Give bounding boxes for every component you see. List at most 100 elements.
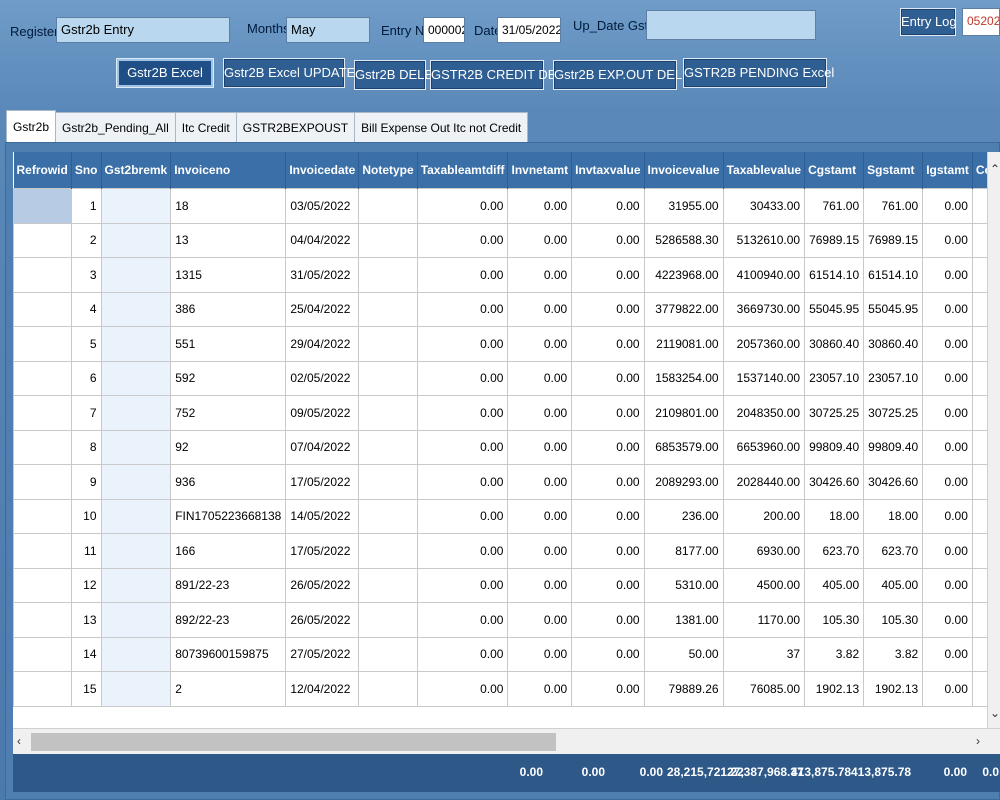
entry-log-field[interactable]: 052022_ <box>962 8 1000 36</box>
table-cell[interactable]: 0.00 <box>571 567 645 603</box>
table-cell[interactable]: 891/22-23 <box>170 567 287 603</box>
table-cell[interactable] <box>358 291 418 327</box>
table-cell[interactable]: 0.00 <box>922 188 973 224</box>
table-cell[interactable]: 5 <box>70 326 102 362</box>
table-cell[interactable]: 1537140.00 <box>722 360 806 396</box>
table-cell[interactable]: 30433.00 <box>722 188 806 224</box>
table-cell[interactable]: 0.00 <box>416 429 509 465</box>
table-cell[interactable] <box>358 360 418 396</box>
column-header[interactable]: Sno <box>71 152 102 189</box>
table-cell[interactable]: 07/04/2022 <box>285 429 360 465</box>
table-cell[interactable]: 3779822.00 <box>643 291 724 327</box>
table-cell[interactable] <box>13 636 72 672</box>
table-cell[interactable]: 0.00 <box>507 602 573 638</box>
table-cell[interactable]: 13 <box>70 602 102 638</box>
table-cell[interactable]: 3.82 <box>804 636 865 672</box>
table-cell[interactable]: 2048350.00 <box>722 395 806 431</box>
table-row[interactable]: 3 1315 31/05/2022 0.00 0.00 0.00 4223968.00 410… <box>13 257 987 293</box>
table-cell[interactable]: 0.00 <box>922 671 973 707</box>
table-cell[interactable] <box>358 671 418 707</box>
table-cell[interactable]: FIN1705223668138 <box>170 498 287 534</box>
table-cell[interactable]: 30860.40 <box>863 326 924 362</box>
gstr2b-exp-out-delete-button[interactable]: Gstr2B EXP.OUT DELETE <box>553 60 707 90</box>
table-cell[interactable]: 79889.26 <box>643 671 724 707</box>
gstr2b-delete-button[interactable]: Gstr2B DELETE <box>354 60 450 90</box>
table-cell[interactable] <box>358 533 418 569</box>
table-cell[interactable]: 0.00 <box>507 464 573 500</box>
table-cell[interactable]: 04/04/2022 <box>285 222 360 258</box>
horizontal-scroll-thumb[interactable] <box>31 733 556 751</box>
table-cell[interactable]: 0.00 <box>922 257 973 293</box>
table-cell[interactable]: 0.00 <box>507 395 573 431</box>
table-cell[interactable]: 03/05/2022 <box>285 188 360 224</box>
table-cell[interactable]: 4 <box>70 291 102 327</box>
table-cell[interactable]: 0.00 <box>416 222 509 258</box>
table-row[interactable]: 9 936 17/05/2022 0.00 0.00 0.00 2089293.00 2028… <box>13 464 987 500</box>
vertical-scrollbar[interactable]: ⌃ ⌄ <box>987 152 1000 728</box>
table-cell[interactable]: 2057360.00 <box>722 326 806 362</box>
table-cell[interactable] <box>358 326 418 362</box>
table-cell[interactable]: 0.00 <box>507 188 573 224</box>
table-cell[interactable]: 30426.60 <box>804 464 865 500</box>
table-cell[interactable]: 5286588.30 <box>643 222 724 258</box>
table-cell[interactable] <box>13 257 72 293</box>
table-cell[interactable]: 761.00 <box>804 188 865 224</box>
table-cell[interactable]: 0.00 <box>571 291 645 327</box>
column-header[interactable]: Taxablevalue <box>723 152 806 189</box>
table-cell[interactable]: 18.00 <box>804 498 865 534</box>
table-row[interactable]: 8 92 07/04/2022 0.00 0.00 0.00 6853579.00 66539… <box>13 429 987 465</box>
table-cell[interactable]: 26/05/2022 <box>285 567 360 603</box>
column-header[interactable]: Invoicedate <box>285 152 360 189</box>
table-cell[interactable]: 26/05/2022 <box>285 602 360 638</box>
table-cell[interactable]: 4100940.00 <box>722 257 806 293</box>
table-cell[interactable]: 0.00 <box>507 533 573 569</box>
table-cell[interactable] <box>100 602 172 638</box>
table-cell[interactable] <box>971 291 987 327</box>
table-cell[interactable]: 30860.40 <box>804 326 865 362</box>
table-cell[interactable]: 76989.15 <box>804 222 865 258</box>
table-cell[interactable]: 7 <box>70 395 102 431</box>
table-cell[interactable]: 27/05/2022 <box>285 636 360 672</box>
table-cell[interactable] <box>971 222 987 258</box>
table-cell[interactable]: 13 <box>170 222 287 258</box>
table-row[interactable]: 12 891/22-23 26/05/2022 0.00 0.00 0.00 5310.00… <box>13 567 987 603</box>
table-cell[interactable]: 9 <box>70 464 102 500</box>
table-cell[interactable]: 0.00 <box>416 360 509 396</box>
gstr2b-excel-button[interactable]: Gstr2B Excel <box>116 58 214 88</box>
table-cell[interactable] <box>358 567 418 603</box>
chevron-down-icon[interactable]: ⌄ <box>990 706 1000 720</box>
gstr2b-pending-excel-button[interactable]: GSTR2B PENDING Excel <box>683 58 834 88</box>
table-row[interactable]: 11 166 17/05/2022 0.00 0.00 0.00 8177.00 6930.0… <box>13 533 987 569</box>
table-cell[interactable]: 0.00 <box>416 533 509 569</box>
table-cell[interactable]: 12/04/2022 <box>285 671 360 707</box>
date-field[interactable]: 31/05/2022 <box>497 17 561 43</box>
table-row[interactable]: 15 2 12/04/2022 0.00 0.00 0.00 79889.26 76085.0… <box>13 671 987 707</box>
table-cell[interactable]: 3.82 <box>863 636 924 672</box>
table-cell[interactable]: 1170.00 <box>722 602 806 638</box>
table-cell[interactable]: 551 <box>170 326 287 362</box>
table-row[interactable]: 4 386 25/04/2022 0.00 0.00 0.00 3779822.00 3669… <box>13 291 987 327</box>
table-cell[interactable]: 752 <box>170 395 287 431</box>
table-cell[interactable] <box>971 567 987 603</box>
table-cell[interactable]: 236.00 <box>643 498 724 534</box>
table-cell[interactable] <box>100 498 172 534</box>
column-header[interactable]: Invnetamt <box>507 152 573 189</box>
table-cell[interactable] <box>100 291 172 327</box>
table-cell[interactable]: 30725.25 <box>863 395 924 431</box>
table-cell[interactable]: 0.00 <box>571 498 645 534</box>
table-cell[interactable]: 3 <box>70 257 102 293</box>
table-row[interactable]: 7 752 09/05/2022 0.00 0.00 0.00 2109801.00 2048… <box>13 395 987 431</box>
table-cell[interactable]: 105.30 <box>863 602 924 638</box>
table-cell[interactable]: 09/05/2022 <box>285 395 360 431</box>
table-cell[interactable]: 2119081.00 <box>643 326 724 362</box>
table-cell[interactable] <box>13 429 72 465</box>
table-cell[interactable]: 0.00 <box>416 464 509 500</box>
table-cell[interactable]: 99809.40 <box>804 429 865 465</box>
table-cell[interactable]: 37 <box>722 636 806 672</box>
table-cell[interactable]: 6853579.00 <box>643 429 724 465</box>
table-cell[interactable]: 11 <box>70 533 102 569</box>
table-cell[interactable]: 0.00 <box>416 188 509 224</box>
table-cell[interactable]: 17/05/2022 <box>285 533 360 569</box>
column-header[interactable]: Sgstamt <box>863 152 924 189</box>
table-cell[interactable]: 0.00 <box>922 498 973 534</box>
